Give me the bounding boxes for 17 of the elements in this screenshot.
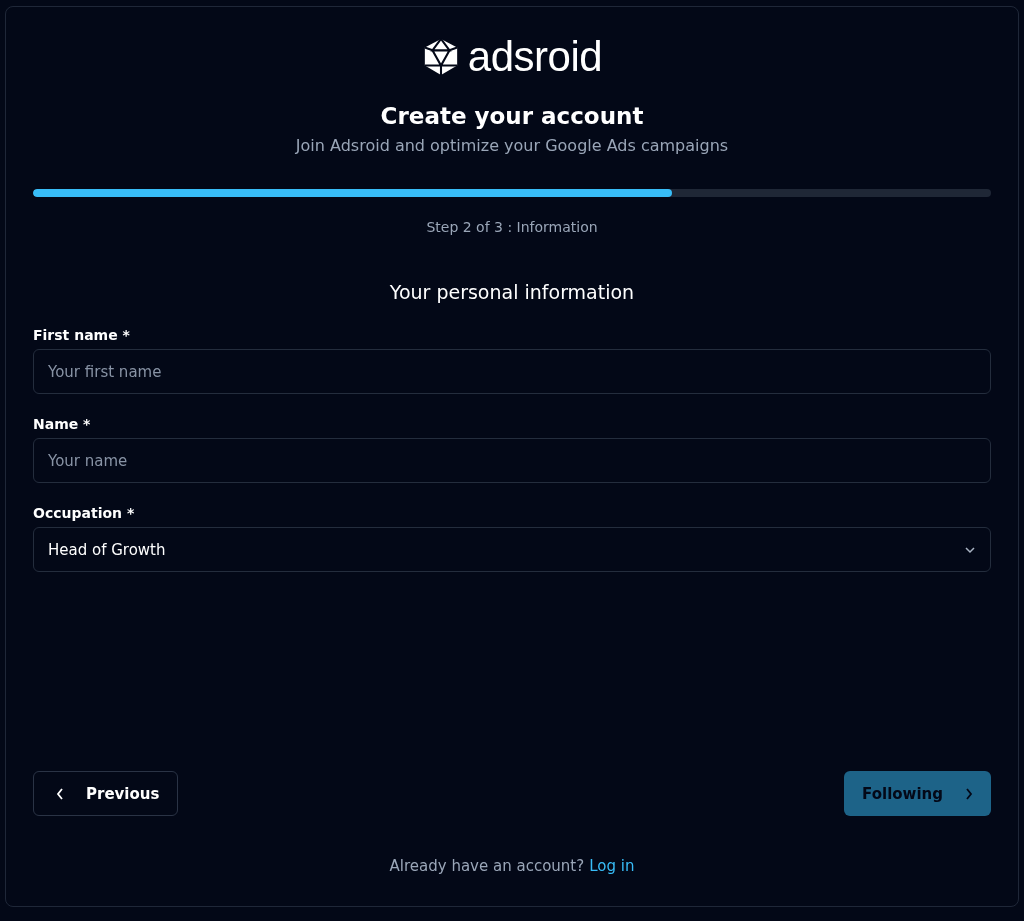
step-caption: Step 2 of 3 : Information [425, 218, 599, 237]
footer-text: Already have an account? [389, 857, 585, 875]
chevron-right-icon [965, 787, 973, 800]
page-title: Create your account [379, 102, 645, 131]
previous-button[interactable]: Previous [33, 771, 179, 816]
section-title: Your personal information [388, 280, 636, 305]
subtitle: Join Adsroid and optimize your Google Ads campaigns [294, 135, 730, 157]
chevron-down-icon [964, 545, 976, 554]
field-label: First name * [33, 326, 131, 345]
logo-wordmark: adsroid [467, 35, 603, 79]
chevron-left-icon [56, 787, 64, 800]
login-link[interactable]: Log in [589, 857, 635, 875]
field-label: Occupation * [33, 504, 136, 523]
occupation-dropdown[interactable]: Head of Growth [33, 527, 991, 572]
field-label: Name * [33, 415, 92, 434]
input-field[interactable]: Your name [33, 438, 991, 483]
input-field[interactable]: Your first name [33, 349, 991, 394]
